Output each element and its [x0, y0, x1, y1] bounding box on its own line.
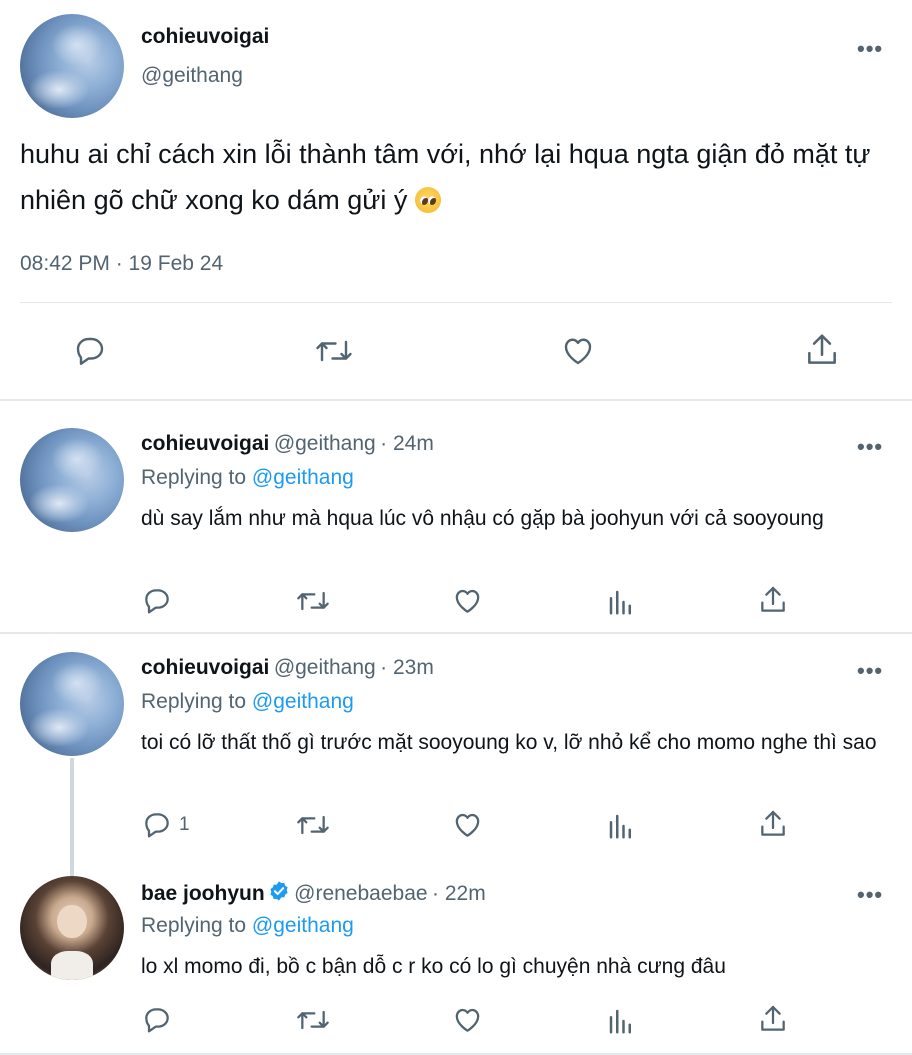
reply-button[interactable] — [71, 333, 109, 369]
main-tweet: cohieuvoigai @geithang ••• huhu ai chỉ c… — [0, 0, 912, 400]
share-icon — [761, 1005, 785, 1031]
verified-badge-icon — [268, 880, 290, 907]
replying-to-line: Replying to @geithang — [141, 914, 354, 938]
reply-text: toi có lỡ thất thố gì trước mặt sooyoung… — [141, 731, 877, 754]
reply-button[interactable] — [141, 1004, 173, 1036]
thread-connector-line — [70, 758, 74, 876]
replying-to-line: Replying to @geithang — [141, 690, 354, 714]
pleading-face-emoji-icon — [414, 187, 441, 213]
display-name[interactable]: cohieuvoigai — [141, 25, 269, 49]
like-button[interactable] — [558, 333, 598, 369]
share-button[interactable] — [757, 1003, 789, 1035]
retweet-icon — [297, 591, 329, 611]
views-icon — [609, 1009, 631, 1034]
replying-to-line: Replying to @geithang — [141, 466, 354, 490]
tweet-text: huhu ai chỉ cách xin lỗi thành tâm với, … — [20, 131, 900, 223]
views-icon — [609, 814, 631, 839]
reply-header: cohieuvoigai @geithang · 23m — [141, 656, 434, 680]
replying-to-label: Replying to — [141, 914, 247, 937]
reply-icon — [145, 1008, 169, 1033]
reply-tweet[interactable]: cohieuvoigai @geithang · 23m ••• Replyin… — [0, 652, 912, 876]
retweet-icon — [297, 815, 329, 835]
replying-to-link[interactable]: @geithang — [252, 914, 354, 937]
like-icon — [455, 589, 480, 613]
more-options-icon[interactable]: ••• — [857, 38, 883, 60]
reply-count: 1 — [179, 814, 190, 835]
user-handle[interactable]: @renebaebae — [294, 882, 427, 905]
reply-tweet[interactable]: bae joohyun @renebaebae · 22m ••• Replyi… — [0, 876, 912, 1055]
reply-button[interactable]: 1 — [141, 809, 190, 841]
retweet-button[interactable] — [295, 585, 331, 617]
retweet-icon — [297, 1010, 329, 1030]
reply-icon — [76, 337, 104, 365]
views-button[interactable] — [606, 1005, 636, 1037]
retweet-button[interactable] — [295, 1004, 331, 1036]
share-icon — [808, 334, 836, 364]
reply-time[interactable]: · 24m — [380, 432, 434, 455]
reply-icon — [145, 813, 169, 838]
share-button[interactable] — [803, 331, 841, 369]
views-button[interactable] — [606, 810, 636, 842]
like-icon — [455, 813, 480, 837]
user-handle[interactable]: @geithang — [274, 656, 376, 679]
reply-button[interactable] — [141, 585, 173, 617]
like-button[interactable] — [451, 1004, 484, 1036]
reply-icon — [145, 589, 169, 614]
tweet-text-content: huhu ai chỉ cách xin lỗi thành tâm với, … — [20, 139, 871, 215]
avatar[interactable] — [20, 652, 124, 756]
divider — [0, 632, 912, 634]
retweet-button[interactable] — [295, 809, 331, 841]
replying-to-label: Replying to — [141, 690, 247, 713]
retweet-icon — [316, 340, 352, 362]
avatar[interactable] — [20, 14, 124, 118]
reply-text: lo xl momo đi, bồ c bận dỗ c r ko có lo … — [141, 955, 726, 978]
reply-header: cohieuvoigai @geithang · 24m — [141, 432, 434, 456]
share-icon — [761, 586, 785, 612]
divider — [20, 302, 892, 303]
avatar[interactable] — [20, 428, 124, 532]
user-handle[interactable]: @geithang — [141, 64, 243, 88]
more-options-icon[interactable]: ••• — [857, 884, 883, 906]
reply-tweet[interactable]: cohieuvoigai @geithang · 24m ••• Replyin… — [0, 428, 912, 632]
tweet-timestamp[interactable]: 08:42 PM · 19 Feb 24 — [20, 252, 223, 276]
like-icon — [455, 1008, 480, 1032]
reply-time[interactable]: · 23m — [380, 656, 434, 679]
more-options-icon[interactable]: ••• — [857, 660, 883, 682]
views-button[interactable] — [606, 586, 636, 618]
replying-to-link[interactable]: @geithang — [252, 466, 354, 489]
display-name[interactable]: bae joohyun — [141, 882, 265, 905]
replying-to-label: Replying to — [141, 466, 247, 489]
like-button[interactable] — [451, 809, 484, 841]
display-name[interactable]: cohieuvoigai — [141, 656, 269, 679]
replying-to-link[interactable]: @geithang — [252, 690, 354, 713]
like-icon — [564, 338, 592, 365]
reply-text: dù say lắm như mà hqua lúc vô nhậu có gặ… — [141, 507, 824, 530]
divider — [0, 399, 912, 401]
more-options-icon[interactable]: ••• — [857, 436, 883, 458]
reply-header: bae joohyun @renebaebae · 22m — [141, 880, 486, 907]
user-handle[interactable]: @geithang — [274, 432, 376, 455]
retweet-button[interactable] — [313, 333, 355, 369]
share-button[interactable] — [757, 584, 789, 616]
like-button[interactable] — [451, 585, 484, 617]
views-icon — [609, 590, 631, 615]
reply-time[interactable]: · 22m — [432, 882, 486, 905]
display-name[interactable]: cohieuvoigai — [141, 432, 269, 455]
share-button[interactable] — [757, 808, 789, 840]
share-icon — [761, 810, 785, 836]
avatar[interactable] — [20, 876, 124, 980]
